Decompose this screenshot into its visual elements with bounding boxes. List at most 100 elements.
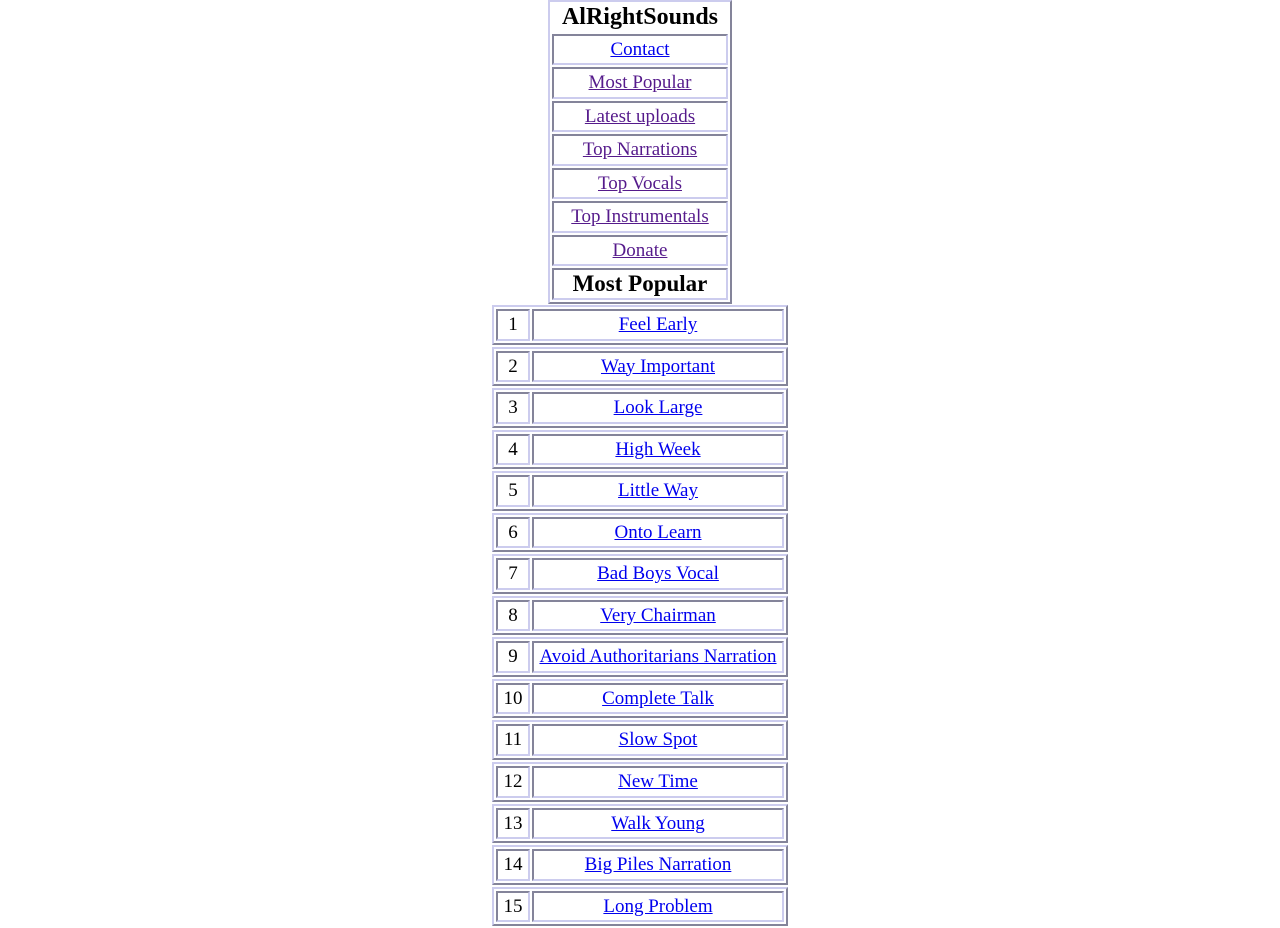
track-title-cell[interactable]: Way Important [532, 350, 784, 383]
table-row-body: 5 Little Way [496, 475, 784, 507]
track-link[interactable]: Look Large [614, 397, 703, 418]
rank-cell: 4 [496, 433, 530, 466]
table-row-body: 12 New Time [496, 766, 784, 798]
table-row: 7 Bad Boys Vocal [492, 554, 788, 594]
list-item: 6 Onto Learn [496, 516, 784, 549]
table-row-body: 4 High Week [496, 433, 784, 466]
track-title-cell[interactable]: Feel Early [532, 309, 784, 341]
track-title-cell[interactable]: Onto Learn [532, 516, 784, 549]
rank-cell: 12 [496, 766, 530, 798]
nav-cell-top-vocals[interactable]: Top Vocals [551, 167, 729, 200]
track-title-cell[interactable]: Big Piles Narration [532, 849, 784, 881]
nav-row: Top Narrations [551, 134, 729, 166]
track-link[interactable]: Long Problem [603, 896, 712, 917]
list-item: 9 Avoid Authoritarians Narration [496, 641, 784, 673]
list-item: 4 High Week [496, 433, 784, 466]
table-row-body: 7 Bad Boys Vocal [496, 558, 784, 590]
track-title-cell[interactable]: Little Way [532, 475, 784, 507]
nav-cell-top-instrumentals[interactable]: Top Instrumentals [551, 201, 729, 233]
table-row: 15 Long Problem [492, 886, 788, 927]
rank-cell: 14 [496, 849, 530, 881]
table-row-body: 14 Big Piles Narration [496, 849, 784, 881]
list-item: 8 Very Chairman [496, 599, 784, 632]
track-title-cell[interactable]: Avoid Authoritarians Narration [532, 641, 784, 673]
list-item: 3 Look Large [496, 392, 784, 424]
header-nav-region: AlRightSounds Contact Most Popular Latest … [0, 0, 1280, 305]
track-title-cell[interactable]: Long Problem [532, 890, 784, 923]
track-link[interactable]: Slow Spot [619, 729, 698, 750]
track-link[interactable]: High Week [615, 439, 700, 460]
track-link[interactable]: New Time [618, 771, 698, 792]
nav-link-top-narrations[interactable]: Top Narrations [583, 139, 697, 160]
list-item: 15 Long Problem [496, 890, 784, 923]
track-link[interactable]: Big Piles Narration [585, 854, 732, 875]
list-item: 1 Feel Early [496, 309, 784, 341]
list-item: 13 Walk Young [496, 807, 784, 840]
table-row: 5 Little Way [492, 471, 788, 511]
nav-row: Donate [551, 234, 729, 267]
nav-cell-contact[interactable]: Contact [551, 33, 729, 66]
nav-link-top-instrumentals[interactable]: Top Instrumentals [571, 206, 708, 227]
table-row-body: 6 Onto Learn [496, 516, 784, 549]
list-item: 2 Way Important [496, 350, 784, 383]
section-heading-row: Most Popular [551, 268, 729, 301]
rank-cell: 15 [496, 890, 530, 923]
nav-row: Contact [551, 33, 729, 66]
list-item: 5 Little Way [496, 475, 784, 507]
track-title-cell[interactable]: Slow Spot [532, 724, 784, 757]
nav-cell-most-popular[interactable]: Most Popular [551, 67, 729, 99]
navigation-table-body: AlRightSounds Contact Most Popular Latest … [551, 4, 729, 301]
nav-link-donate[interactable]: Donate [613, 240, 668, 261]
track-title-cell[interactable]: Walk Young [532, 807, 784, 840]
table-row: 3 Look Large [492, 388, 788, 428]
table-row: 6 Onto Learn [492, 512, 788, 553]
track-title-cell[interactable]: Complete Talk [532, 682, 784, 715]
track-link[interactable]: Very Chairman [600, 605, 716, 626]
track-link[interactable]: Complete Talk [602, 688, 714, 709]
nav-row: Top Instrumentals [551, 201, 729, 233]
nav-cell-donate[interactable]: Donate [551, 234, 729, 267]
table-row-body: 10 Complete Talk [496, 682, 784, 715]
table-row-body: 11 Slow Spot [496, 724, 784, 757]
nav-link-latest-uploads[interactable]: Latest uploads [585, 106, 695, 127]
table-row: 8 Very Chairman [492, 595, 788, 636]
track-link[interactable]: Bad Boys Vocal [597, 563, 719, 584]
nav-link-most-popular[interactable]: Most Popular [589, 72, 692, 93]
track-title-cell[interactable]: Look Large [532, 392, 784, 424]
rank-cell: 1 [496, 309, 530, 341]
list-item: 10 Complete Talk [496, 682, 784, 715]
rank-cell: 6 [496, 516, 530, 549]
rank-cell: 9 [496, 641, 530, 673]
table-row-body: 8 Very Chairman [496, 599, 784, 632]
track-title-cell[interactable]: New Time [532, 766, 784, 798]
nav-cell-latest-uploads[interactable]: Latest uploads [551, 100, 729, 133]
site-title-row: AlRightSounds [551, 4, 729, 32]
table-row: 1 Feel Early [492, 305, 788, 345]
table-row: 9 Avoid Authoritarians Narration [492, 637, 788, 677]
rank-cell: 11 [496, 724, 530, 757]
track-link[interactable]: Little Way [618, 480, 698, 501]
nav-row: Most Popular [551, 67, 729, 99]
page-title: AlRightSounds [561, 4, 719, 30]
rank-cell: 7 [496, 558, 530, 590]
track-title-cell[interactable]: High Week [532, 433, 784, 466]
track-title-cell[interactable]: Bad Boys Vocal [532, 558, 784, 590]
nav-link-contact[interactable]: Contact [610, 39, 669, 60]
most-popular-list-region: 1 Feel Early 2 Way Important 3 Look Large 4 Hig… [0, 305, 1280, 928]
rank-cell: 3 [496, 392, 530, 424]
nav-cell-top-narrations[interactable]: Top Narrations [551, 134, 729, 166]
table-row-body: 2 Way Important [496, 350, 784, 383]
nav-link-top-vocals[interactable]: Top Vocals [598, 173, 682, 194]
track-title-cell[interactable]: Very Chairman [532, 599, 784, 632]
list-item: 7 Bad Boys Vocal [496, 558, 784, 590]
section-heading-cell: Most Popular [551, 268, 729, 301]
table-row: 10 Complete Talk [492, 678, 788, 719]
table-row: 2 Way Important [492, 346, 788, 387]
rank-cell: 10 [496, 682, 530, 715]
track-link[interactable]: Avoid Authoritarians Narration [539, 646, 776, 667]
track-link[interactable]: Way Important [601, 356, 715, 377]
track-link[interactable]: Feel Early [619, 314, 698, 335]
track-link[interactable]: Onto Learn [614, 522, 701, 543]
track-link[interactable]: Walk Young [611, 813, 705, 834]
table-row-body: 1 Feel Early [496, 309, 784, 341]
